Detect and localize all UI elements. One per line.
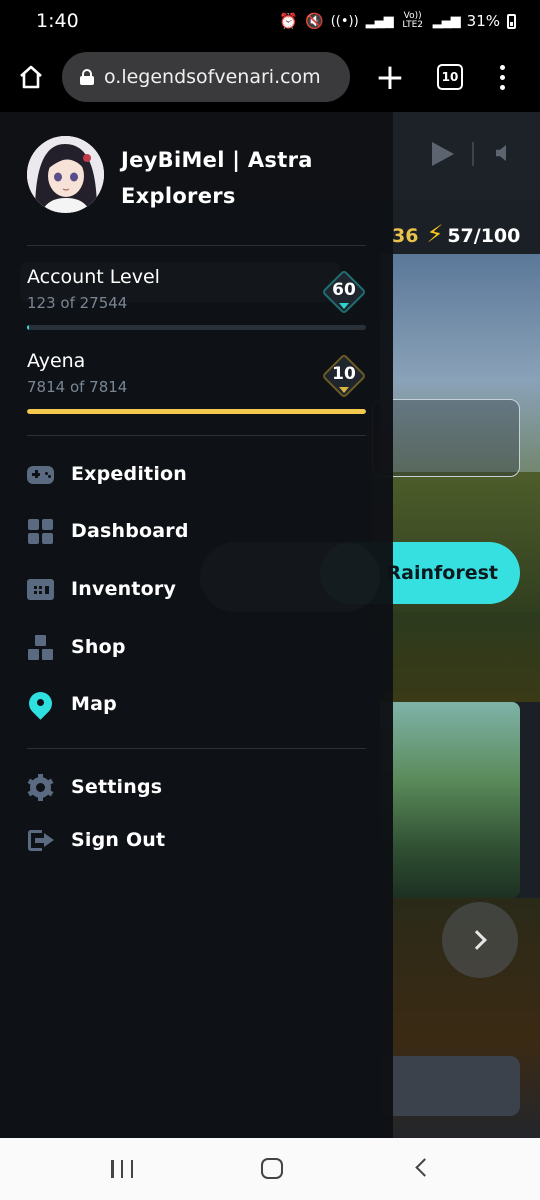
ayena-bar xyxy=(27,409,366,414)
more-menu-button[interactable] xyxy=(490,56,514,98)
avatar[interactable] xyxy=(27,136,104,213)
info-card xyxy=(372,399,520,477)
battery-percent: 31% xyxy=(466,12,500,30)
next-arrow-button[interactable] xyxy=(442,902,518,978)
nav-label: Map xyxy=(71,693,117,715)
signal-icon: ▂▄▆ xyxy=(365,13,394,29)
account-level-section: Account Level 123 of 27544 60 xyxy=(27,266,367,332)
nav-item-shop[interactable]: Shop xyxy=(27,627,366,667)
account-level-badge: 60 xyxy=(321,269,367,315)
sign-out-icon xyxy=(27,827,54,854)
points-value: 36 xyxy=(392,225,419,247)
nav-item-dashboard[interactable]: Dashboard xyxy=(27,511,366,551)
divider xyxy=(27,245,366,246)
ayena-badge: 10 xyxy=(321,353,367,399)
lock-icon xyxy=(80,69,94,85)
nav-label: Expedition xyxy=(71,463,188,485)
status-bar: 1:40 ⏰ 🔇 ((•)) ▂▄▆ Vo)) LTE2 ▂▄▆ 31% xyxy=(0,0,540,42)
system-home-button[interactable] xyxy=(261,1158,283,1179)
gear-icon xyxy=(27,773,54,801)
page-bottom-button[interactable] xyxy=(380,1056,520,1116)
energy-bolt-icon: ⚡ xyxy=(426,220,444,248)
divider xyxy=(27,435,366,436)
grid-icon xyxy=(27,518,54,545)
account-level-title: Account Level xyxy=(27,266,160,288)
system-nav-bar xyxy=(0,1138,540,1200)
url-text: o.legendsofvenari.com xyxy=(104,66,321,88)
home-icon xyxy=(20,65,42,89)
account-level-bar xyxy=(27,325,366,330)
system-back-button[interactable] xyxy=(415,1158,434,1177)
ayena-section: Ayena 7814 of 7814 10 xyxy=(27,350,367,416)
nav-item-sign-out[interactable]: Sign Out xyxy=(27,820,366,860)
divider xyxy=(27,748,366,749)
home-button[interactable] xyxy=(0,42,62,112)
play-icon[interactable] xyxy=(432,142,454,166)
ayena-title: Ayena xyxy=(27,350,86,372)
nav-item-inventory[interactable]: Inventory xyxy=(27,569,366,609)
chevron-right-icon xyxy=(467,930,487,950)
nav-item-map[interactable]: Map xyxy=(24,684,366,724)
account-level-number: 60 xyxy=(332,280,356,300)
username: JeyBiMel | Astra Explorers xyxy=(121,148,313,208)
energy-value: 57/100 xyxy=(447,225,521,247)
inventory-icon xyxy=(27,576,54,603)
network-label: Vo)) LTE2 xyxy=(402,11,423,30)
map-pin-icon xyxy=(24,686,57,720)
nav-label: Shop xyxy=(71,636,126,658)
scene-lower xyxy=(380,612,540,702)
navigation-drawer: JeyBiMel | Astra Explorers Account Level… xyxy=(0,112,393,1138)
status-time: 1:40 xyxy=(36,10,79,32)
signal-icon-2: ▂▄▆ xyxy=(432,13,461,29)
jungle-image xyxy=(380,702,520,898)
alarm-icon: ⏰ xyxy=(279,12,298,30)
gamepad-icon xyxy=(27,461,54,488)
status-icons: ⏰ 🔇 ((•)) ▂▄▆ Vo)) LTE2 ▂▄▆ 31% xyxy=(279,12,516,30)
ayena-progress: 7814 of 7814 xyxy=(27,378,128,396)
nav-label: Settings xyxy=(71,776,163,798)
nav-item-settings[interactable]: Settings xyxy=(27,767,366,807)
recents-button[interactable] xyxy=(111,1160,133,1178)
battery-icon xyxy=(507,13,516,29)
avatar-image xyxy=(27,136,104,213)
nav-label: Dashboard xyxy=(71,520,189,542)
wifi-icon: ((•)) xyxy=(330,13,359,29)
address-bar[interactable]: o.legendsofvenari.com xyxy=(62,52,350,102)
tab-switcher-button[interactable]: 10 xyxy=(437,64,463,90)
account-level-progress: 123 of 27544 xyxy=(27,294,128,312)
header-separator xyxy=(472,142,474,166)
nav-label: Sign Out xyxy=(71,829,166,851)
new-tab-button[interactable]: + xyxy=(372,52,408,102)
nav-label: Inventory xyxy=(71,578,177,600)
shop-icon xyxy=(27,634,54,661)
nav-item-expedition[interactable]: Expedition xyxy=(27,454,366,494)
mute-icon: 🔇 xyxy=(305,12,324,30)
resource-stats: 36 ⚡ 57/100 xyxy=(392,220,520,248)
browser-toolbar: o.legendsofvenari.com + 10 xyxy=(0,42,540,112)
ayena-level-number: 10 xyxy=(332,364,356,384)
